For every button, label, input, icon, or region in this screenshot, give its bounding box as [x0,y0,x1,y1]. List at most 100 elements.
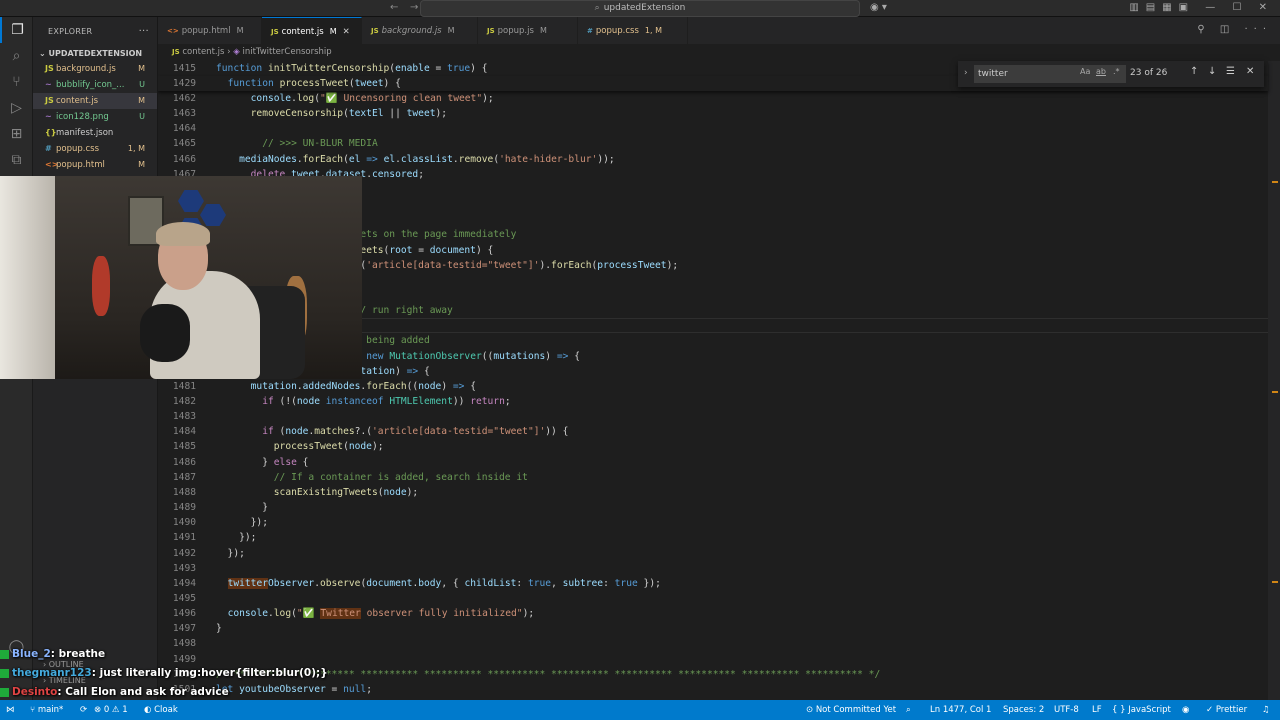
code-line: 1462 console.log("✅ Uncensoring clean tw… [158,91,1268,106]
match-word-icon[interactable]: ab [1096,67,1106,76]
copilot-icon[interactable]: ◉ ▾ [870,2,887,13]
line-ending[interactable]: LF [1092,700,1102,720]
tab-content-js[interactable]: JS content.js M ✕ [262,17,362,44]
code-line: 1501 let youtubeObserver = null; [158,682,1268,697]
explorer-title: EXPLORER [48,27,93,36]
code-text: // If a container is added, search insid… [273,471,528,483]
match-case-icon[interactable]: Aa [1080,67,1090,76]
editor-actions[interactable]: ⚲ ◫ ··· [1197,24,1272,35]
tab-status: M [329,27,337,36]
chat-user: Blue_2 [12,648,51,660]
file-type-icon: JS [45,96,54,105]
remote-icon[interactable]: ⧉ [0,147,33,173]
code-line: 1482 if (!(node instanceof HTMLElement))… [158,394,1268,409]
file-item[interactable]: ~ bubblify_icon_... U [33,77,157,93]
search-icon[interactable]: ⌕ [0,43,33,69]
close-find-icon[interactable]: ✕ [1246,66,1254,77]
code-editor[interactable]: 1415 function initTwitterCensorship(enabl… [158,61,1280,700]
notifications-icon[interactable]: ♫ [1262,700,1270,720]
layout-controls[interactable]: ▥▤▦▣ — ☐ ✕ [1129,2,1274,13]
sync-icon[interactable]: ⟳ [80,700,87,720]
indentation[interactable]: Spaces: 2 [1003,700,1044,720]
js-file-icon: JS [172,48,180,56]
command-center[interactable]: ⌕ updatedExtension [420,0,860,17]
run-debug-icon[interactable]: ▷ [0,95,33,121]
minimap[interactable] [1268,61,1280,700]
code-line: 1465 // >>> UN-BLUR MEDIA [158,136,1268,151]
microphone [140,304,190,362]
chat-message: Blue_2: breathe [0,648,105,660]
code-line: 1494 twitterObserver.observe(document.bo… [158,576,1268,591]
code-line: 1483 [158,409,1268,424]
streamer-hair [156,222,210,246]
close-tab-icon[interactable]: ✕ [343,27,350,37]
code-text: } else { [216,456,309,468]
remote-indicator-icon[interactable]: ⋈ [6,700,15,720]
line-number: 1482 [172,396,196,407]
line-number: 1429 [172,78,196,89]
webcam-curtain [0,176,55,379]
file-type-icon: <> [167,27,179,35]
copilot-status-icon[interactable]: ◉ [1182,700,1189,720]
tab-popup-html[interactable]: <> popup.html M [158,17,262,44]
git-blame[interactable]: ⊙ Not Committed Yet [806,700,896,720]
code-text: mutation.addedNodes.forEach((node) => { [250,380,476,392]
file-name: popup.html [56,160,105,170]
prettier-status[interactable]: ✓ Prettier [1206,700,1247,720]
cursor-position[interactable]: Ln 1477, Col 1 [930,700,991,720]
regex-icon[interactable]: .* [1113,67,1120,76]
more-actions-icon[interactable]: ··· [139,17,149,47]
code-text: if (!(node instanceof HTMLElement)) retu… [262,396,511,407]
code-text: mediaNodes.forEach(el => el.classList.re… [239,153,615,165]
zoom-icon[interactable]: ⌕ [906,700,911,720]
line-number: 1487 [172,471,196,483]
tab-popup-js[interactable]: JS popup.js M [478,17,578,44]
chat-badge-icon [0,668,9,678]
encoding[interactable]: UTF-8 [1054,700,1079,720]
branch-indicator[interactable]: ⑂ main* [30,700,63,720]
chat-badge-icon [0,649,9,659]
file-list: JS background.js M ~ bubblify_icon_... U JS con… [33,61,157,173]
source-control-icon[interactable]: ⑂ [0,69,33,95]
line-number: 1462 [172,93,196,104]
code-line: 1481 mutation.addedNodes.forEach((node) … [158,379,1268,394]
line-number: 1481 [172,380,196,392]
problems-indicator[interactable]: ⊗ 0 ⚠ 1 [94,700,128,720]
files-icon[interactable]: ❐ [0,17,33,43]
language-mode[interactable]: { } JavaScript [1112,700,1171,720]
file-item[interactable]: # popup.css 1, M [33,141,157,157]
chat-user: thegmanr123 [12,667,92,679]
cloak-indicator[interactable]: ◐ Cloak [144,700,178,720]
breadcrumb[interactable]: JS content.js › ◈ initTwitterCensorship [158,44,1280,61]
forward-arrow-icon[interactable]: → [410,2,418,13]
tab-background-js[interactable]: JS background.js M [362,17,478,44]
tab-popup-css[interactable]: # popup.css 1, M [578,17,688,44]
code-text: } [216,502,268,514]
next-match-icon[interactable]: ↓ [1208,66,1216,77]
toggle-replace-icon[interactable]: › [964,68,968,78]
file-item[interactable]: <>popup.html M [33,157,157,173]
code-text: // >>> UN-BLUR MEDIA [262,138,378,150]
find-in-selection-icon[interactable]: ☰ [1226,66,1235,77]
breadcrumb-file[interactable]: content.js [182,47,224,57]
file-type-icon: JS [271,28,279,36]
file-item[interactable]: {}manifest.json [33,125,157,141]
branch-label: main* [37,705,64,715]
file-type-icon: ~ [45,112,52,121]
code-text: function initTwitterCensorship(enable = … [216,63,488,74]
code-text: twitterObserver.observe(document.body, {… [227,577,661,589]
file-item[interactable]: ~ icon128.png U [33,109,157,125]
previous-match-icon[interactable]: ↑ [1190,66,1198,77]
file-type-icon: JS [371,27,379,35]
line-number: 1466 [172,153,196,165]
file-item[interactable]: JS background.js M [33,61,157,77]
file-status: M [138,160,145,169]
folder-root[interactable]: ⌄ UPDATEDEXTENSION [33,47,157,61]
extensions-icon[interactable]: ⊞ [0,121,33,147]
file-item[interactable]: JS content.js M [33,93,157,109]
code-line: 1492 }); [158,546,1268,561]
back-arrow-icon[interactable]: ← [390,2,398,13]
file-type-icon: JS [487,27,495,35]
breadcrumb-symbol[interactable]: initTwitterCensorship [242,47,331,57]
line-number: 1415 [172,63,196,74]
